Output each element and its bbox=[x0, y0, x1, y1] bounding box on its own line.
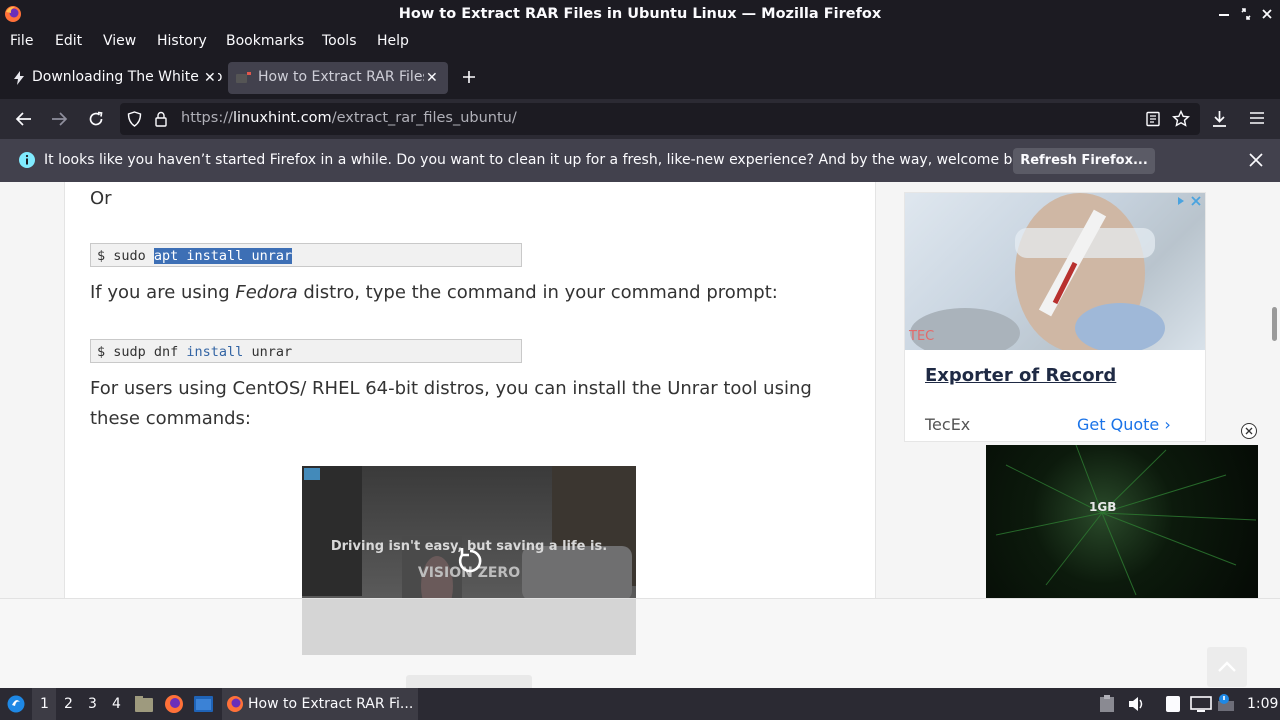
taskbar-firefox-window[interactable]: How to Extract RAR Fi... bbox=[222, 688, 418, 720]
url-text[interactable]: https://linuxhint.com/extract_rar_files_… bbox=[181, 110, 517, 126]
terminal-icon[interactable] bbox=[193, 695, 214, 713]
page-content: Or $ sudo apt install unrar If you are u… bbox=[0, 182, 1280, 688]
display-tray-icon[interactable] bbox=[1190, 695, 1212, 713]
ad-headline[interactable]: Exporter of Record bbox=[925, 365, 1116, 386]
menu-bookmarks[interactable]: Bookmarks bbox=[226, 33, 304, 49]
reader-view-icon[interactable] bbox=[1146, 111, 1160, 127]
refresh-notification-bar: It looks like you haven’t started Firefo… bbox=[0, 139, 1280, 182]
close-tab-icon[interactable]: ✕ bbox=[424, 70, 440, 86]
clipboard-tray-icon[interactable] bbox=[1099, 695, 1115, 713]
menu-bar: File Edit View History Bookmarks Tools H… bbox=[0, 29, 1280, 56]
hamburger-menu-icon[interactable] bbox=[1249, 111, 1265, 125]
maximize-icon[interactable] bbox=[1240, 7, 1252, 21]
fedora-paragraph: If you are using Fedora distro, type the… bbox=[90, 282, 778, 303]
sticky-ad-slot bbox=[302, 599, 636, 655]
code-block-apt[interactable]: $ sudo apt install unrar bbox=[90, 243, 522, 267]
info-icon bbox=[18, 151, 36, 169]
window-titlebar: How to Extract RAR Files in Ubuntu Linux… bbox=[0, 0, 1280, 29]
menu-edit[interactable]: Edit bbox=[55, 33, 82, 49]
scroll-to-top-button[interactable] bbox=[1207, 647, 1247, 687]
notes-tray-icon[interactable] bbox=[1164, 695, 1182, 713]
ad-badge-icon bbox=[304, 468, 320, 480]
notification-message: It looks like you haven’t started Firefo… bbox=[44, 152, 1043, 168]
menu-view[interactable]: View bbox=[103, 33, 136, 49]
sticky-ad-tab[interactable] bbox=[406, 675, 532, 688]
adchoices-icon[interactable] bbox=[1175, 195, 1201, 207]
ad-logo: TEC bbox=[909, 329, 935, 344]
selected-text: apt install unrar bbox=[153, 248, 293, 264]
clock: 1:09 bbox=[1247, 696, 1279, 712]
updates-tray-icon[interactable] bbox=[1216, 693, 1236, 713]
volume-icon[interactable] bbox=[1127, 695, 1145, 713]
workspace-3[interactable]: 3 bbox=[88, 696, 97, 712]
tab-extract-rar[interactable]: How to Extract RAR Files ✕ bbox=[228, 62, 448, 94]
navigation-toolbar: https://linuxhint.com/extract_rar_files_… bbox=[0, 99, 1280, 139]
lightning-icon bbox=[11, 70, 27, 86]
tab-label: How to Extract RAR Files bbox=[258, 69, 430, 85]
minimize-icon[interactable] bbox=[1218, 7, 1230, 21]
code-block-dnf[interactable]: $ sudp dnf install unrar bbox=[90, 339, 522, 363]
site-favicon-icon bbox=[236, 71, 252, 85]
chevron-right-icon: › bbox=[1164, 415, 1171, 434]
get-quote-link[interactable]: Get Quote › bbox=[1077, 415, 1171, 434]
bookmark-star-icon[interactable] bbox=[1172, 110, 1190, 128]
task-label: How to Extract RAR Fi... bbox=[248, 696, 414, 712]
menu-tools[interactable]: Tools bbox=[322, 33, 357, 49]
close-window-icon[interactable] bbox=[1261, 7, 1273, 21]
workspace-1[interactable]: 1 bbox=[40, 696, 49, 712]
menu-file[interactable]: File bbox=[10, 33, 33, 49]
forward-icon[interactable] bbox=[51, 111, 68, 127]
system-taskbar: 1 2 3 4 How to Extract RAR Fi... 1:09 bbox=[0, 688, 1280, 720]
close-notification-icon[interactable] bbox=[1249, 153, 1263, 167]
workspace-2[interactable]: 2 bbox=[64, 696, 73, 712]
firefox-launcher-icon[interactable] bbox=[164, 694, 184, 714]
file-manager-icon[interactable] bbox=[134, 695, 154, 713]
tracking-protection-icon[interactable] bbox=[127, 111, 142, 127]
page-scrollbar-thumb[interactable] bbox=[1272, 307, 1277, 341]
close-tab-icon[interactable]: ✕ bbox=[202, 70, 218, 86]
workspace-4[interactable]: 4 bbox=[112, 696, 121, 712]
lock-icon[interactable] bbox=[154, 111, 168, 127]
ad-image: TEC bbox=[905, 193, 1205, 350]
tab-strip: Downloading The White Ho ✕ How to Extrac… bbox=[0, 56, 1280, 99]
app-menu-icon[interactable] bbox=[6, 694, 26, 714]
back-icon[interactable] bbox=[15, 111, 32, 127]
window-title: How to Extract RAR Files in Ubuntu Linux… bbox=[398, 6, 882, 22]
or-text: Or bbox=[90, 188, 112, 209]
sidebar-ad[interactable]: TEC Exporter of Record TecEx Get Quote › bbox=[904, 192, 1206, 442]
refresh-firefox-button[interactable]: Refresh Firefox... bbox=[1013, 148, 1155, 174]
menu-help[interactable]: Help bbox=[377, 33, 409, 49]
firefox-task-icon bbox=[226, 695, 244, 713]
downloads-icon[interactable] bbox=[1211, 110, 1228, 128]
new-tab-icon[interactable] bbox=[461, 69, 477, 85]
menu-history[interactable]: History bbox=[157, 33, 207, 49]
replay-icon[interactable] bbox=[456, 544, 484, 574]
centos-paragraph-line1: For users using CentOS/ RHEL 64-bit dist… bbox=[90, 378, 812, 399]
reload-icon[interactable] bbox=[88, 111, 104, 127]
video-text: 1GB bbox=[1089, 500, 1117, 514]
tab-label: Downloading The White Ho bbox=[32, 69, 223, 85]
close-ad-icon[interactable] bbox=[1240, 422, 1258, 440]
tab-downloading[interactable]: Downloading The White Ho ✕ bbox=[4, 62, 224, 94]
url-bar[interactable]: https://linuxhint.com/extract_rar_files_… bbox=[120, 103, 1200, 135]
sidebar-video-ad[interactable]: 1GB bbox=[986, 445, 1258, 598]
sticky-ad-bar bbox=[0, 598, 1280, 688]
ad-brand: TecEx bbox=[925, 415, 971, 434]
centos-paragraph-line2: these commands: bbox=[90, 408, 251, 429]
